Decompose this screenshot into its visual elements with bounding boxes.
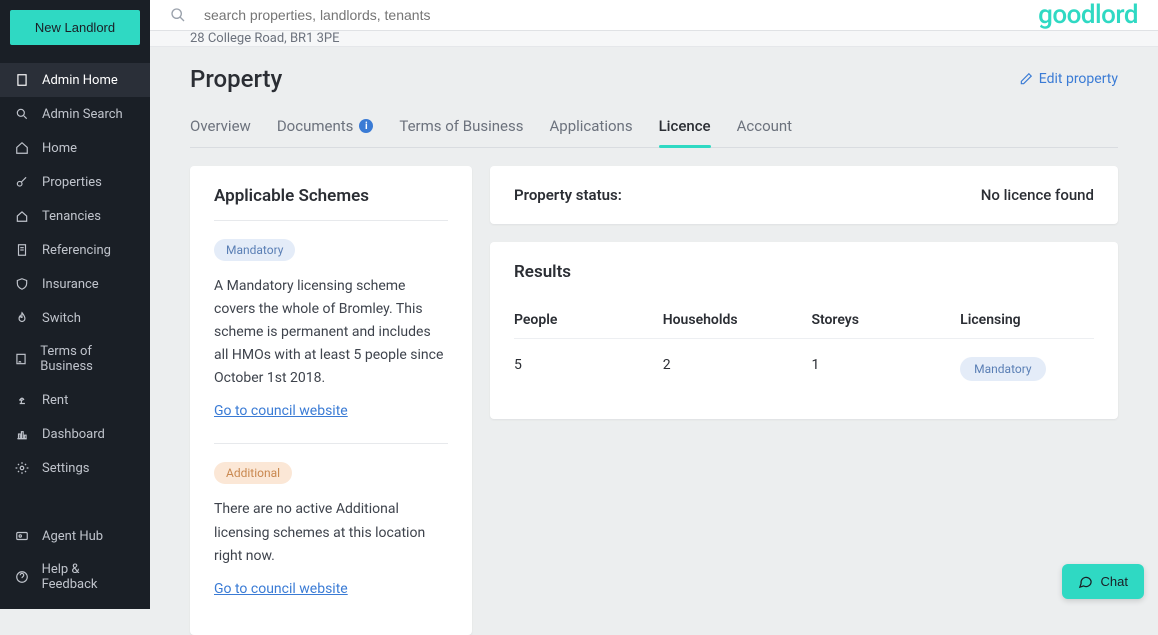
col-people: People	[514, 312, 663, 328]
chat-button[interactable]: Chat	[1062, 564, 1144, 599]
pencil-icon	[1019, 72, 1033, 86]
status-value: No licence found	[981, 186, 1094, 204]
sidebar-item-label: Admin Home	[42, 73, 118, 88]
help-icon	[14, 569, 30, 585]
results-table: People Households Storeys Licensing 5 2 …	[514, 302, 1094, 399]
table-row: 5 2 1 Mandatory	[514, 338, 1094, 399]
sidebar-item-insurance[interactable]: Insurance	[0, 267, 150, 301]
page-title: Property	[190, 65, 282, 93]
home-icon	[14, 140, 30, 156]
search-input[interactable]	[204, 7, 1038, 23]
main: goodlord 28 College Road, BR1 3PE Proper…	[150, 0, 1158, 609]
licensing-pill: Mandatory	[960, 357, 1045, 381]
sidebar-item-admin-search[interactable]: Admin Search	[0, 97, 150, 131]
sidebar-item-label: Rent	[42, 393, 68, 408]
sidebar-item-admin-home[interactable]: Admin Home	[0, 63, 150, 97]
document-icon	[14, 242, 30, 258]
id-icon	[14, 528, 30, 544]
cell-storeys: 1	[811, 357, 960, 381]
status-label: Property status:	[514, 186, 622, 204]
schemes-heading: Applicable Schemes	[214, 186, 448, 206]
chat-icon	[1078, 574, 1093, 589]
sidebar-item-label: Tenancies	[42, 209, 101, 224]
sidebar-item-label: Dashboard	[42, 427, 105, 442]
tab-licence[interactable]: Licence	[659, 109, 711, 147]
cell-households: 2	[663, 357, 812, 381]
logo: goodlord	[1038, 0, 1138, 30]
key-icon	[14, 174, 30, 190]
breadcrumb: 28 College Road, BR1 3PE	[150, 31, 1158, 47]
sidebar-item-label: Help & Feedback	[42, 562, 136, 592]
results-heading: Results	[514, 262, 1094, 282]
sidebar-item-label: Terms of Business	[40, 344, 136, 374]
scheme-description: There are no active Additional licensing…	[214, 498, 448, 567]
council-website-link[interactable]: Go to council website	[214, 581, 348, 597]
chat-label: Chat	[1101, 574, 1128, 589]
sidebar-item-label: Insurance	[42, 277, 99, 292]
shield-icon	[14, 276, 30, 292]
sidebar-item-label: Agent Hub	[42, 529, 103, 544]
scheme-pill-additional: Additional	[214, 462, 292, 484]
tab-overview[interactable]: Overview	[190, 109, 251, 147]
edit-property-label: Edit property	[1039, 71, 1118, 87]
topbar: goodlord	[150, 0, 1158, 31]
sidebar-item-switch[interactable]: Switch	[0, 301, 150, 335]
sidebar-item-help[interactable]: Help & Feedback	[0, 553, 150, 601]
sidebar-item-label: Admin Search	[42, 107, 123, 122]
col-licensing: Licensing	[960, 312, 1094, 328]
sidebar-item-dashboard[interactable]: Dashboard	[0, 417, 150, 451]
tab-terms[interactable]: Terms of Business	[399, 109, 523, 147]
sidebar-item-home[interactable]: Home	[0, 131, 150, 165]
sidebar-item-label: Properties	[42, 175, 102, 190]
edit-property-link[interactable]: Edit property	[1019, 71, 1118, 87]
cell-people: 5	[514, 357, 663, 381]
scheme-pill-mandatory: Mandatory	[214, 239, 295, 261]
cell-licensing: Mandatory	[960, 357, 1094, 381]
col-households: Households	[663, 312, 812, 328]
building-icon	[14, 72, 30, 88]
flame-icon	[14, 310, 30, 326]
pound-icon	[14, 392, 30, 408]
property-status-card: Property status: No licence found	[490, 166, 1118, 224]
sidebar-item-settings[interactable]: Settings	[0, 451, 150, 485]
tab-account[interactable]: Account	[737, 109, 793, 147]
results-card: Results People Households Storeys Licens…	[490, 242, 1118, 419]
contract-icon	[14, 351, 28, 367]
council-website-link[interactable]: Go to council website	[214, 403, 348, 419]
scheme-description: A Mandatory licensing scheme covers the …	[214, 275, 448, 390]
gear-icon	[14, 460, 30, 476]
tab-documents[interactable]: Documents i	[277, 109, 374, 147]
sidebar-item-tenancies[interactable]: Tenancies	[0, 199, 150, 233]
info-badge-icon: i	[359, 119, 373, 133]
sidebar-item-rent[interactable]: Rent	[0, 383, 150, 417]
tabs: Overview Documents i Terms of Business A…	[190, 109, 1118, 148]
tab-applications[interactable]: Applications	[549, 109, 632, 147]
sidebar-item-terms[interactable]: Terms of Business	[0, 335, 150, 383]
search-icon	[170, 7, 186, 23]
new-landlord-button[interactable]: New Landlord	[10, 10, 140, 45]
sidebar-item-referencing[interactable]: Referencing	[0, 233, 150, 267]
col-storeys: Storeys	[811, 312, 960, 328]
house-icon	[14, 208, 30, 224]
tab-label: Documents	[277, 117, 354, 135]
sidebar-item-label: Switch	[42, 311, 81, 326]
content: Property Edit property Overview Document…	[150, 47, 1158, 635]
sidebar-item-label: Home	[42, 141, 77, 156]
sidebar-item-agent-hub[interactable]: Agent Hub	[0, 519, 150, 553]
applicable-schemes-card: Applicable Schemes Mandatory A Mandatory…	[190, 166, 472, 635]
chart-icon	[14, 426, 30, 442]
sidebar-item-properties[interactable]: Properties	[0, 165, 150, 199]
sidebar-item-label: Settings	[42, 461, 89, 476]
search-icon	[14, 106, 30, 122]
sidebar: New Landlord Admin Home Admin Search Hom…	[0, 0, 150, 609]
sidebar-item-label: Referencing	[42, 243, 111, 258]
